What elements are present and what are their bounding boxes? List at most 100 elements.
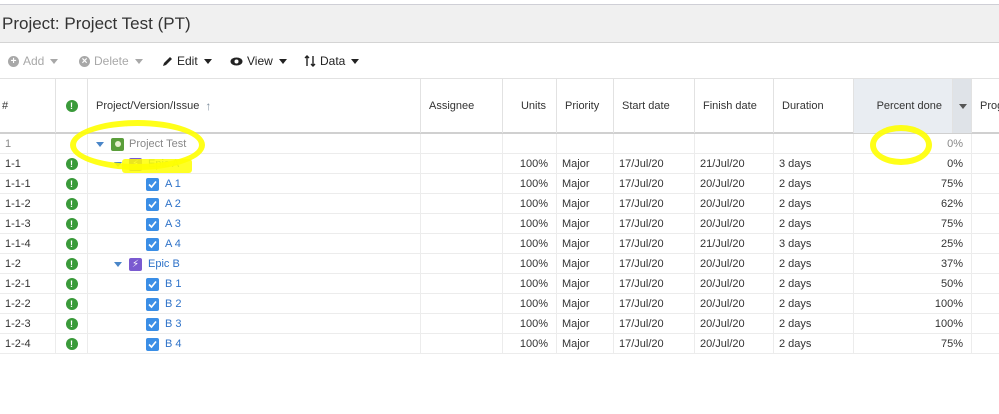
- project-title-bar: Project: Project Test (PT): [0, 5, 999, 43]
- row-duration: 2 days: [774, 214, 854, 234]
- column-header-start-date[interactable]: Start date: [614, 79, 695, 133]
- table-row[interactable]: 1-1-3! A 3 100% Major 17/Jul/20 20/Jul/20 2 da…: [0, 214, 999, 234]
- table-row[interactable]: 1-2! ⚡ Epic B 100% Major 17/Jul/20 20/Jul/20 2 …: [0, 254, 999, 274]
- row-priority: Major: [557, 194, 614, 214]
- row-issue: A 3: [88, 214, 421, 234]
- column-header-percent-done[interactable]: Percent done: [854, 79, 953, 133]
- row-units: 100%: [503, 234, 557, 254]
- column-header-status[interactable]: !: [56, 79, 88, 133]
- column-label: Units: [520, 100, 546, 112]
- row-start-date: 17/Jul/20: [614, 214, 695, 234]
- issue-link[interactable]: A 4: [165, 238, 181, 250]
- table-row[interactable]: 1-1! ⚡ Epic A 100% Major 17/Jul/20 21/Jul/20 3 …: [0, 154, 999, 174]
- row-priority: Major: [557, 274, 614, 294]
- row-progress: [972, 254, 999, 274]
- table-row[interactable]: 1-1-1! A 1 100% Major 17/Jul/20 20/Jul/20 2 da…: [0, 174, 999, 194]
- row-priority: Major: [557, 334, 614, 354]
- row-start-date: 17/Jul/20: [614, 174, 695, 194]
- row-assignee: [421, 174, 503, 194]
- row-units: 100%: [503, 194, 557, 214]
- edit-button[interactable]: Edit: [162, 53, 212, 69]
- row-status: [56, 134, 88, 154]
- issue-link[interactable]: B 2: [165, 298, 182, 310]
- row-start-date: 17/Jul/20: [614, 334, 695, 354]
- row-number: 1-2-2: [0, 294, 56, 314]
- issue-link[interactable]: B 4: [165, 338, 182, 350]
- data-button[interactable]: Data: [304, 53, 360, 69]
- row-units: 100%: [503, 314, 557, 334]
- column-header-progress[interactable]: Prog: [972, 79, 999, 133]
- table-row[interactable]: 1 Project Test 0%: [0, 134, 999, 154]
- row-finish-date: 20/Jul/20: [695, 314, 774, 334]
- column-menu-button[interactable]: [953, 79, 972, 133]
- row-status: !: [56, 234, 88, 254]
- row-units: 100%: [503, 334, 557, 354]
- issue-link[interactable]: Epic A: [148, 158, 179, 170]
- column-header-priority[interactable]: Priority: [557, 79, 614, 133]
- status-ok-icon: !: [65, 218, 78, 230]
- table-row[interactable]: 1-1-2! A 2 100% Major 17/Jul/20 20/Jul/20 2 da…: [0, 194, 999, 214]
- row-priority: Major: [557, 174, 614, 194]
- issue-link[interactable]: B 3: [165, 318, 182, 330]
- issue-link[interactable]: A 2: [165, 198, 181, 210]
- row-percent-done: 37%: [854, 254, 972, 274]
- row-assignee: [421, 254, 503, 274]
- close-icon: ×: [79, 55, 90, 67]
- row-issue: B 2: [88, 294, 421, 314]
- row-finish-date: 21/Jul/20: [695, 234, 774, 254]
- table-row[interactable]: 1-1-4! A 4 100% Major 17/Jul/20 21/Jul/20 3 da…: [0, 234, 999, 254]
- row-percent-done: 100%: [854, 314, 972, 334]
- row-number: 1-2-3: [0, 314, 56, 334]
- project-name: Project Test: [129, 138, 187, 150]
- row-duration: 2 days: [774, 254, 854, 274]
- column-label: Duration: [782, 100, 824, 112]
- row-assignee: [421, 154, 503, 174]
- column-label: Percent done: [876, 100, 942, 112]
- row-percent-done: 25%: [854, 234, 972, 254]
- row-progress: [972, 214, 999, 234]
- table-row[interactable]: 1-2-4! B 4 100% Major 17/Jul/20 20/Jul/20 2 da…: [0, 334, 999, 354]
- row-issue: A 1: [88, 174, 421, 194]
- toolbar: + Add × Delete Edit View Data: [0, 44, 999, 78]
- row-number: 1-2: [0, 254, 56, 274]
- issue-link[interactable]: A 3: [165, 218, 181, 230]
- row-percent-done: 75%: [854, 214, 972, 234]
- row-duration: [774, 134, 854, 154]
- row-priority: Major: [557, 294, 614, 314]
- issue-link[interactable]: B 1: [165, 278, 182, 290]
- column-header-number[interactable]: #: [0, 79, 56, 133]
- row-status: !: [56, 294, 88, 314]
- row-progress: [972, 274, 999, 294]
- add-button[interactable]: + Add: [8, 53, 59, 69]
- row-units: 100%: [503, 294, 557, 314]
- chevron-down-icon: [278, 58, 287, 64]
- row-number: 1-1-4: [0, 234, 56, 254]
- column-header-duration[interactable]: Duration: [774, 79, 854, 133]
- expand-toggle-icon[interactable]: [114, 261, 122, 267]
- issue-link[interactable]: A 1: [165, 178, 181, 190]
- table-row[interactable]: 1-2-1! B 1 100% Major 17/Jul/20 20/Jul/20 2 da…: [0, 274, 999, 294]
- expand-toggle-icon[interactable]: [114, 161, 122, 167]
- column-label: Finish date: [703, 100, 757, 112]
- table-row[interactable]: 1-2-3! B 3 100% Major 17/Jul/20 20/Jul/20 2 da…: [0, 314, 999, 334]
- expand-toggle-icon[interactable]: [96, 141, 104, 147]
- row-issue: Project Test: [88, 134, 421, 154]
- row-priority: [557, 134, 614, 154]
- delete-button[interactable]: × Delete: [79, 53, 143, 69]
- column-header-finish-date[interactable]: Finish date: [695, 79, 774, 133]
- column-header-issue[interactable]: Project/Version/Issue ↑: [88, 79, 421, 133]
- epic-icon: ⚡: [129, 157, 142, 171]
- table-row[interactable]: 1-2-2! B 2 100% Major 17/Jul/20 20/Jul/20 2 da…: [0, 294, 999, 314]
- plus-icon: +: [8, 55, 19, 67]
- row-duration: 2 days: [774, 334, 854, 354]
- issue-link[interactable]: Epic B: [148, 258, 180, 270]
- epic-icon: ⚡: [129, 257, 142, 271]
- row-progress: [972, 294, 999, 314]
- column-header-assignee[interactable]: Assignee: [421, 79, 503, 133]
- row-percent-done: 0%: [854, 134, 972, 154]
- row-issue: B 3: [88, 314, 421, 334]
- task-checkbox-icon: [146, 177, 159, 191]
- row-number: 1: [0, 134, 56, 154]
- column-header-units[interactable]: Units: [503, 79, 557, 133]
- view-button[interactable]: View: [230, 53, 287, 69]
